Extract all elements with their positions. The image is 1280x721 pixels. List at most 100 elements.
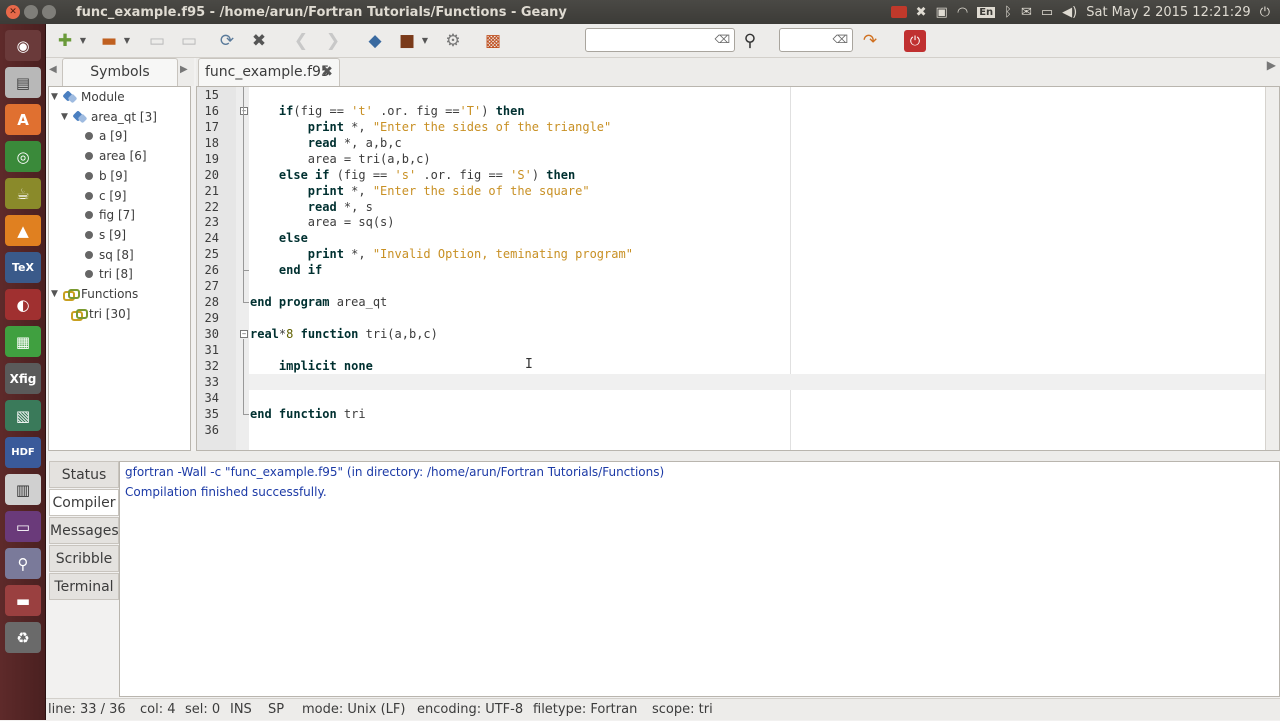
tab-messages[interactable]: Messages <box>49 517 119 544</box>
software-center-icon[interactable]: A <box>5 104 41 135</box>
close-file-icon[interactable]: ✖ <box>246 28 272 54</box>
tree-item[interactable]: s [9] <box>85 226 126 244</box>
battery-icon[interactable]: ▭ <box>1041 5 1053 20</box>
fold-toggle-icon[interactable]: − <box>240 106 248 115</box>
open-file-dropdown-icon[interactable]: ▼ <box>122 28 132 54</box>
hdf-icon[interactable]: HDF <box>5 437 41 468</box>
editor-scrollbar[interactable] <box>1265 87 1279 450</box>
tabs-scroll-icon[interactable]: ▶ <box>1267 58 1276 72</box>
vlc-icon[interactable]: ▲ <box>5 215 41 246</box>
app2-icon[interactable]: ▬ <box>5 585 41 616</box>
compile-icon[interactable]: ◆ <box>362 28 388 54</box>
wifi-icon[interactable]: ◠ <box>957 5 968 20</box>
tab-func-example[interactable]: func_example.f95 ✖ <box>198 58 340 86</box>
compiler-message[interactable]: Compilation finished successfully. <box>125 483 327 501</box>
fold-end <box>243 413 249 415</box>
tree-item[interactable]: tri [8] <box>85 265 133 283</box>
code-text: end program area_qt <box>250 295 388 310</box>
tab-symbols[interactable]: Symbols <box>62 58 178 86</box>
geany-icon[interactable]: ☕ <box>5 178 41 209</box>
revert-icon[interactable]: ⟳ <box>214 28 240 54</box>
expander-icon[interactable]: ▼ <box>51 285 63 303</box>
goto-line-icon[interactable]: ↷ <box>857 28 883 54</box>
tree-item[interactable]: b [9] <box>85 167 127 185</box>
save-icon[interactable]: ▭ <box>144 28 170 54</box>
forward-icon[interactable]: ❯ <box>320 28 346 54</box>
clock[interactable]: Sat May 2 2015 12:21:29 <box>1086 5 1250 20</box>
tab-scribble[interactable]: Scribble <box>49 545 119 572</box>
virtualbox-icon[interactable]: ▧ <box>5 400 41 431</box>
save-all-icon[interactable]: ▭ <box>176 28 202 54</box>
code-text: real*8 function tri(a,b,c) <box>250 326 438 341</box>
tree-item[interactable]: area [6] <box>85 147 147 165</box>
tab-terminal[interactable]: Terminal <box>49 573 119 600</box>
bluetooth-icon[interactable]: ᛒ <box>1004 5 1012 20</box>
dash-home-icon[interactable]: ◉ <box>5 30 41 61</box>
tree-item-label: sq [8] <box>99 247 134 262</box>
xfig-icon[interactable]: Xfig <box>5 363 41 394</box>
office-icon[interactable]: ▥ <box>5 474 41 505</box>
maximize-window-button[interactable] <box>42 5 56 19</box>
tex-icon[interactable]: TeX <box>5 252 41 283</box>
tab-compiler[interactable]: Compiler <box>49 489 119 516</box>
chrome-icon[interactable]: ◎ <box>5 141 41 172</box>
back-icon[interactable]: ❮ <box>288 28 314 54</box>
record-icon[interactable] <box>890 6 907 18</box>
tab-status[interactable]: Status <box>49 461 119 488</box>
pane-splitter[interactable] <box>46 451 1280 461</box>
libreoffice-calc-icon[interactable]: ▦ <box>5 326 41 357</box>
tree-item[interactable]: c [9] <box>85 187 126 205</box>
minimize-window-button[interactable] <box>24 5 38 19</box>
clear-search-icon[interactable]: ⌫ <box>714 33 730 46</box>
color-chooser-icon[interactable]: ▩ <box>480 28 506 54</box>
sidebar-scroll-right-icon[interactable]: ▶ <box>180 64 188 75</box>
close-window-button[interactable]: ✕ <box>6 5 20 19</box>
execute-gear-icon[interactable]: ⚙ <box>440 28 466 54</box>
tree-item[interactable]: tri [30] <box>71 305 130 323</box>
code-editor[interactable]: I 15 16 if(fig == 't' .or. fig =='T') the… <box>196 86 1280 451</box>
tree-item[interactable]: a [9] <box>85 127 127 145</box>
top-panel: ✕ func_example.f95 - /home/arun/Fortran … <box>0 0 1280 24</box>
power-icon[interactable]: ⏻ <box>1260 5 1270 20</box>
tree-item[interactable]: ▼ Functions <box>51 285 138 303</box>
app-icon[interactable]: ◐ <box>5 289 41 320</box>
tree-item-label: Functions <box>81 287 139 301</box>
line-number: 31 <box>204 342 219 357</box>
workspace-icon[interactable]: ▭ <box>5 511 41 542</box>
tree-item[interactable]: fig [7] <box>85 206 135 224</box>
tree-item[interactable]: ▼ area_qt [3] <box>61 108 157 126</box>
fold-end <box>243 302 249 304</box>
clear-goto-icon[interactable]: ⌫ <box>832 33 848 46</box>
search-input[interactable]: ⌫ <box>585 28 735 52</box>
line-number: 16 <box>204 103 219 118</box>
search-icon[interactable]: ⚲ <box>737 28 763 54</box>
line-number: 36 <box>204 422 219 437</box>
tree-item[interactable]: ▼ Module <box>51 88 125 106</box>
compiler-output[interactable]: gfortran -Wall -c "func_example.f95" (in… <box>119 461 1280 697</box>
build-icon[interactable]: ■ <box>394 28 420 54</box>
files-icon[interactable]: ▤ <box>5 67 41 98</box>
compiler-message[interactable]: gfortran -Wall -c "func_example.f95" (in… <box>125 463 664 481</box>
status-ins: INS <box>230 702 252 717</box>
network-icon[interactable]: ⚲ <box>5 548 41 579</box>
trash-icon[interactable]: ♻ <box>5 622 41 653</box>
close-tab-icon[interactable]: ✖ <box>321 59 333 86</box>
tree-item[interactable]: sq [8] <box>85 246 134 264</box>
code-text: print *, "Enter the side of the square" <box>307 183 590 198</box>
dropbox-icon[interactable]: ✖ <box>916 5 927 20</box>
mail-icon[interactable]: ✉ <box>1021 5 1032 20</box>
build-dropdown-icon[interactable]: ▼ <box>420 28 430 54</box>
keyboard-layout-indicator[interactable]: En <box>977 6 996 18</box>
quit-icon[interactable]: ⏻ <box>904 30 926 52</box>
volume-icon[interactable]: ◀) <box>1062 5 1077 20</box>
new-file-dropdown-icon[interactable]: ▼ <box>78 28 88 54</box>
open-file-icon[interactable]: ▬ <box>96 28 122 54</box>
expander-icon[interactable]: ▼ <box>51 88 63 106</box>
new-file-icon[interactable]: ✚ <box>52 28 78 54</box>
sidebar-scroll-left-icon[interactable]: ◀ <box>49 64 57 75</box>
line-number: 18 <box>204 135 219 150</box>
expander-icon[interactable]: ▼ <box>61 108 73 126</box>
goto-line-input[interactable]: ⌫ <box>779 28 853 52</box>
text-icon[interactable]: ▣ <box>936 5 948 20</box>
fold-toggle-icon[interactable]: − <box>240 329 248 338</box>
